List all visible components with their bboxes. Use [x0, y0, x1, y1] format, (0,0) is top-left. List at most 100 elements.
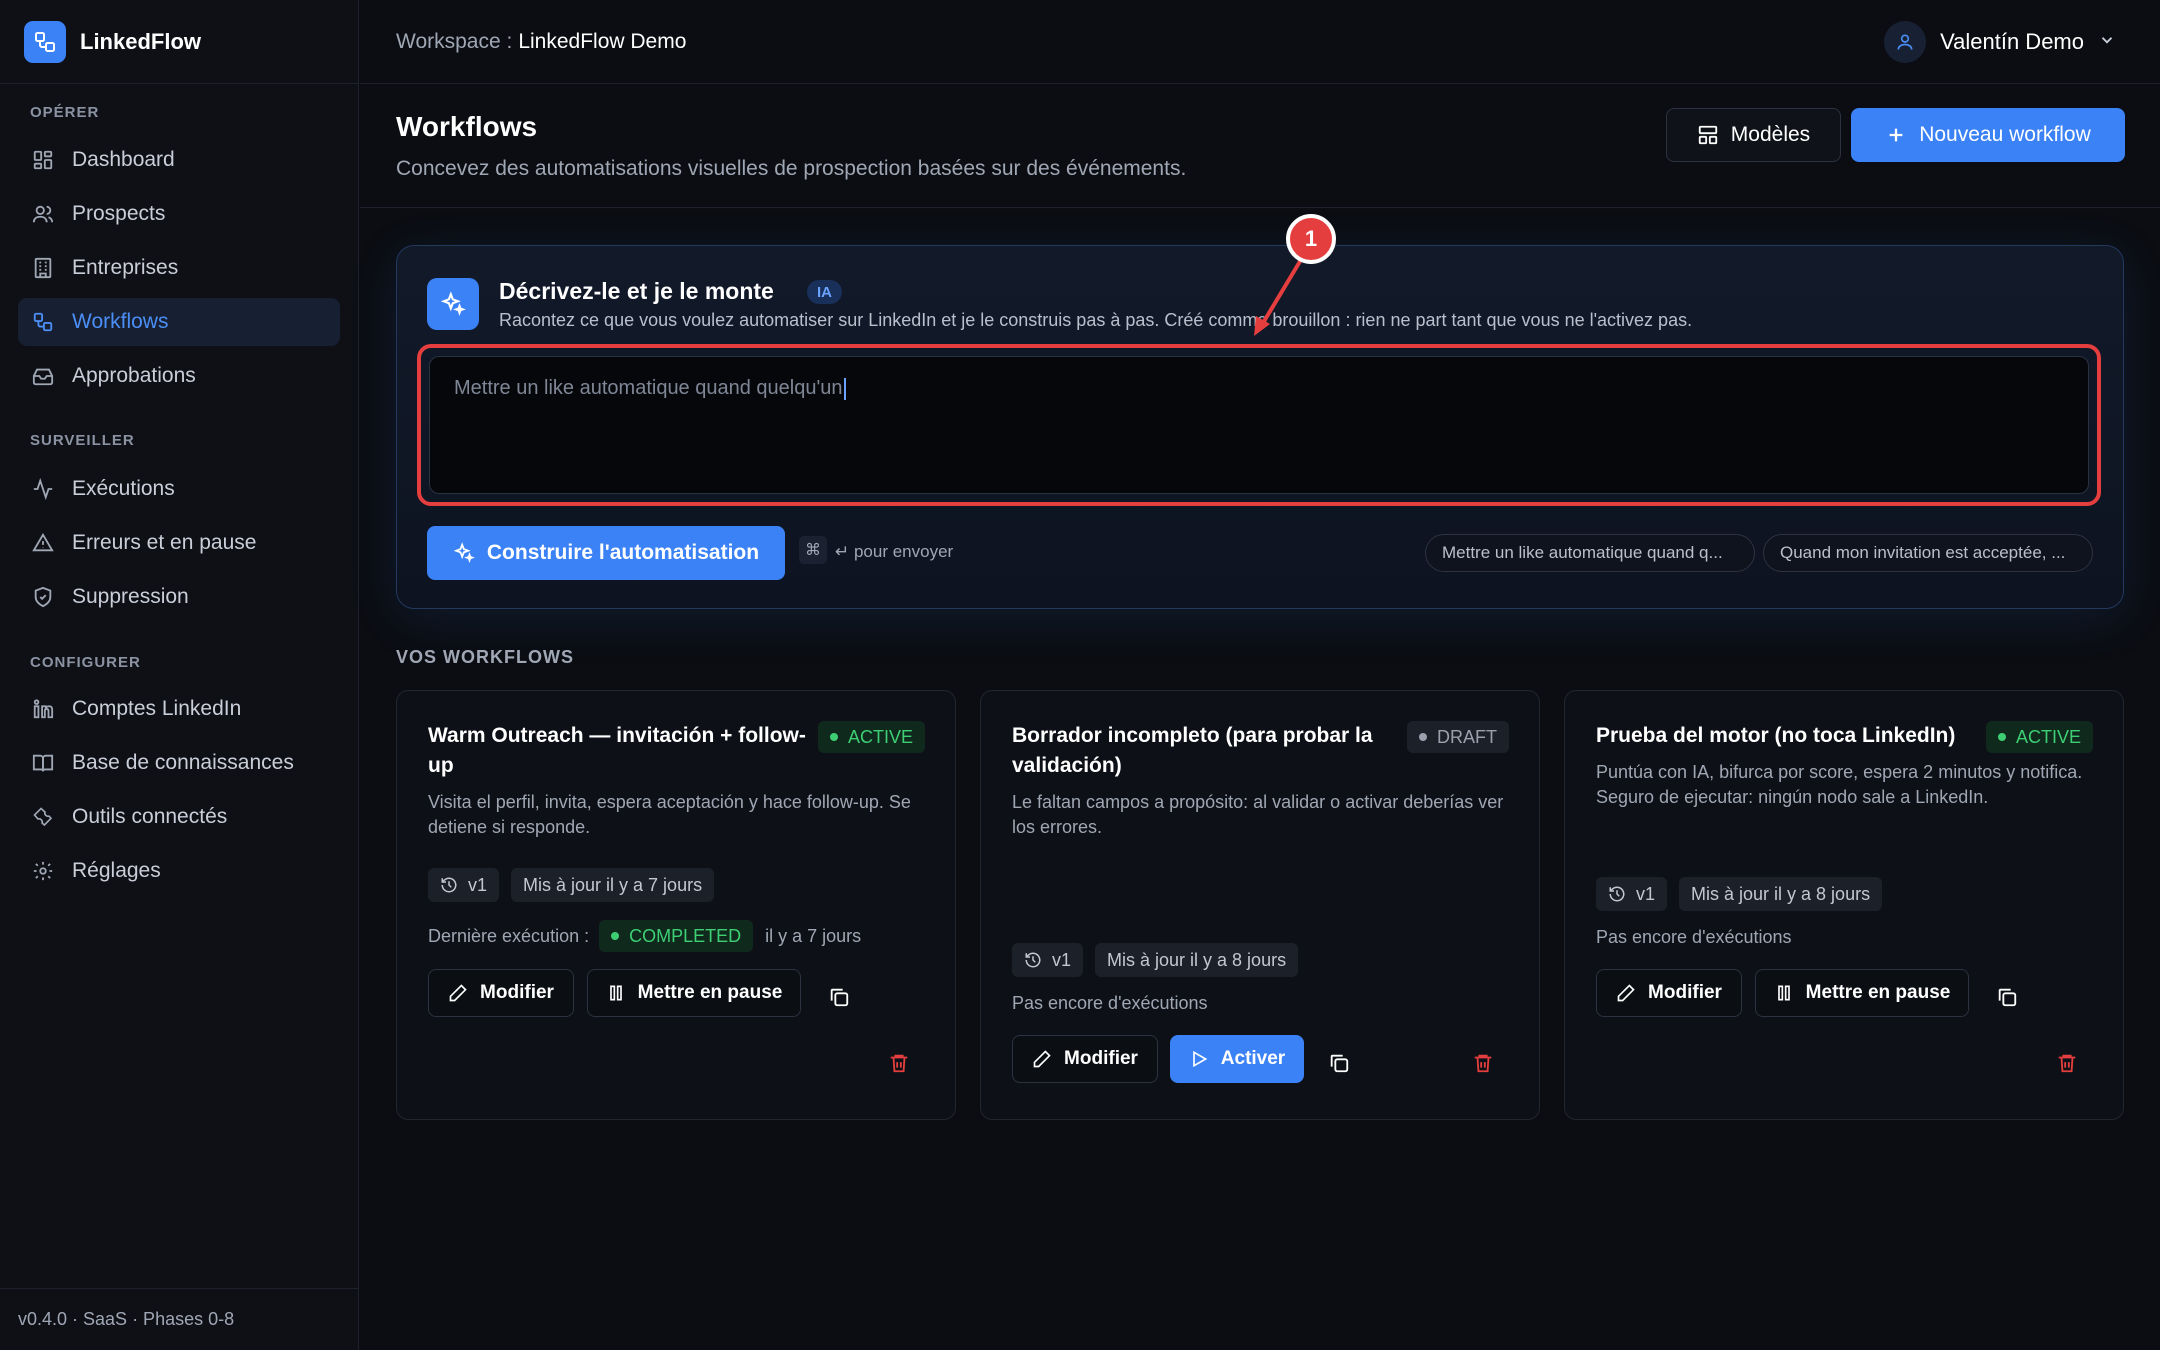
edit-button[interactable]: Modifier [1012, 1035, 1158, 1083]
workflow-description: Le faltan campos a propósito: al validar… [1012, 792, 1504, 837]
workspace-label: Workspace : [396, 29, 513, 53]
sidebar-item-connected-tools[interactable]: Outils connectés [18, 793, 340, 841]
pencil-icon [1616, 983, 1636, 1003]
last-run: Dernière exécution : COMPLETED il y a 7 … [428, 920, 861, 952]
page-header: Workflows Concevez des automatisations v… [360, 85, 2160, 208]
trash-icon[interactable] [2049, 1045, 2085, 1081]
version-badge: v1 [1012, 943, 1084, 977]
sidebar-item-linkedin-accounts[interactable]: Comptes LinkedIn [18, 685, 340, 733]
user-name: Valentín Demo [1940, 29, 2084, 54]
version-badge: v1 [1596, 877, 1668, 911]
models-button[interactable]: Modèles [1666, 108, 1841, 162]
version-badge: v1 [428, 868, 500, 902]
sidebar-item-prospects[interactable]: Prospects [18, 190, 340, 238]
sparkles-icon [453, 542, 475, 564]
workflow-meta: v1 Mis à jour il y a 8 jours [1012, 943, 1299, 977]
linkedin-icon [30, 696, 56, 722]
edit-label: Modifier [480, 982, 554, 1003]
sidebar-item-errors[interactable]: Erreurs et en pause [18, 519, 340, 567]
activity-icon [30, 476, 56, 502]
copy-icon[interactable] [1989, 979, 2025, 1015]
nav-section-operate: OPÉRER [30, 104, 100, 121]
sidebar-item-label: Dashboard [72, 148, 175, 171]
sidebar-item-label: Entreprises [72, 256, 179, 279]
workspace-name[interactable]: LinkedFlow Demo [518, 30, 686, 54]
sidebar-item-label: Comptes LinkedIn [72, 697, 242, 720]
shield-icon [30, 584, 56, 610]
warning-icon [30, 530, 56, 556]
nav-section-configure: CONFIGURER [30, 654, 141, 671]
edit-button[interactable]: Modifier [428, 969, 574, 1017]
workflow-title[interactable]: Warm Outreach — invitación + follow-up [428, 721, 813, 781]
copy-icon[interactable] [821, 979, 857, 1015]
sidebar-item-workflows[interactable]: Workflows [18, 298, 340, 346]
pause-icon [606, 983, 626, 1003]
workflow-card: Borrador incompleto (para probar la vali… [980, 690, 1540, 1120]
template-icon [1697, 124, 1719, 146]
sidebar-item-label: Réglages [72, 859, 161, 882]
sidebar-item-label: Outils connectés [72, 805, 228, 828]
command-key: ⌘ [799, 536, 827, 564]
ai-panel-description: Racontez ce que vous voulez automatiser … [499, 310, 1693, 330]
activate-label: Activer [1220, 1048, 1286, 1069]
updated-badge: Mis à jour il y a 8 jours [1679, 877, 1883, 911]
new-workflow-label: Nouveau workflow [1919, 123, 2091, 146]
sidebar-item-dashboard[interactable]: Dashboard [18, 136, 340, 184]
suggestion-chip[interactable]: Mettre un like automatique quand q... [1425, 534, 1755, 572]
workflow-card: Warm Outreach — invitación + follow-up A… [396, 690, 956, 1120]
edit-button[interactable]: Modifier [1596, 969, 1742, 1017]
workflow-title[interactable]: Borrador incompleto (para probar la vali… [1012, 721, 1397, 781]
workflow-description: Puntúa con IA, bifurca por score, espera… [1596, 762, 2083, 807]
new-workflow-button[interactable]: Nouveau workflow [1851, 108, 2125, 162]
status-label: ACTIVE [847, 726, 913, 747]
workflows-section-title: VOS WORKFLOWS [396, 647, 574, 667]
version-label: v1 [1052, 949, 1072, 970]
workflow-description: Visita el perfil, invita, espera aceptac… [428, 792, 911, 837]
sidebar-item-entreprises[interactable]: Entreprises [18, 244, 340, 292]
pause-label: Mettre en pause [637, 982, 783, 1003]
trash-icon[interactable] [1465, 1045, 1501, 1081]
brand[interactable]: LinkedFlow [0, 0, 358, 84]
page-subtitle: Concevez des automatisations visuelles d… [396, 157, 1187, 180]
pause-button[interactable]: Mettre en pause [1755, 969, 1969, 1017]
pencil-icon [448, 983, 468, 1003]
user-menu[interactable]: Valentín Demo [1884, 20, 2116, 64]
sidebar-item-approbations[interactable]: Approbations [18, 352, 340, 400]
status-label: ACTIVE [2015, 726, 2081, 747]
sidebar-item-suppression[interactable]: Suppression [18, 573, 340, 621]
no-runs-text: Pas encore d'exécutions [1596, 927, 1792, 947]
sidebar-item-label: Exécutions [72, 477, 175, 500]
sidebar-item-executions[interactable]: Exécutions [18, 465, 340, 513]
dashboard-icon [30, 147, 56, 173]
suggestion-chip[interactable]: Quand mon invitation est acceptée, ... [1763, 534, 2093, 572]
copy-icon[interactable] [1321, 1045, 1357, 1081]
suggestion-label: Mettre un like automatique quand q... [1442, 543, 1723, 562]
status-dot [1997, 733, 2006, 741]
workflow-icon [30, 309, 56, 335]
suggestion-label: Quand mon invitation est acceptée, ... [1780, 543, 2066, 562]
avatar [1884, 21, 1927, 63]
pause-label: Mettre en pause [1805, 982, 1951, 1003]
user-icon [1897, 34, 1913, 50]
run-status-badge: COMPLETED [599, 920, 754, 952]
sidebar-item-settings[interactable]: Réglages [18, 847, 340, 895]
activate-button[interactable]: Activer [1170, 1035, 1304, 1083]
gear-icon [30, 858, 56, 884]
status-dot [1419, 733, 1427, 741]
pause-button[interactable]: Mettre en pause [587, 969, 801, 1017]
build-automation-button[interactable]: Construire l'automatisation [427, 526, 785, 580]
play-icon [1189, 1049, 1209, 1069]
workflow-icon [24, 20, 66, 63]
sidebar-item-label: Erreurs et en pause [72, 531, 257, 554]
edit-label: Modifier [1064, 1048, 1138, 1069]
workflow-title[interactable]: Prueba del motor (no toca LinkedIn) [1596, 721, 1981, 751]
workflow-meta: v1 Mis à jour il y a 8 jours [1596, 877, 1883, 911]
trash-icon[interactable] [881, 1045, 917, 1081]
inbox-icon [30, 363, 56, 389]
models-button-label: Modèles [1730, 123, 1811, 146]
sidebar-item-label: Prospects [72, 202, 166, 225]
sidebar-item-knowledge-base[interactable]: Base de connaissances [18, 739, 340, 787]
nav-section-monitor: SURVEILLER [30, 432, 135, 449]
workflow-meta: v1 Mis à jour il y a 7 jours [428, 868, 715, 902]
building-icon [30, 255, 56, 281]
